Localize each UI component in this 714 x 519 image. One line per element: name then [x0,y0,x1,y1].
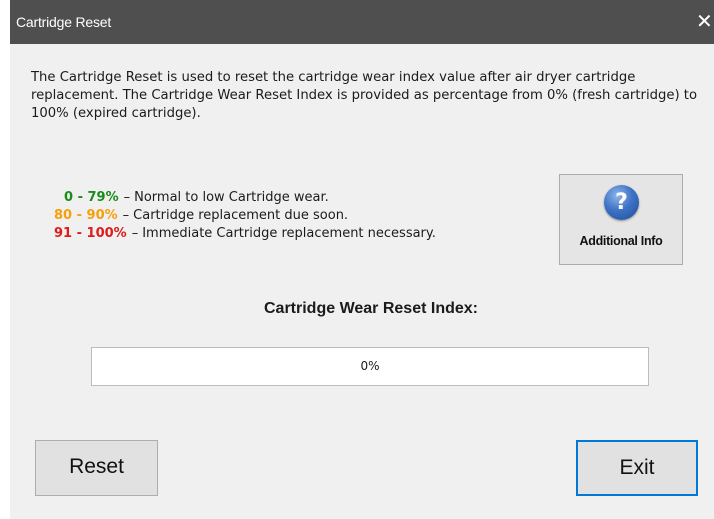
legend-text: Normal to low Cartridge wear. [134,190,329,205]
window-title: Cartridge Reset [16,14,112,30]
legend-row-normal: 0 - 79% – Normal to low Cartridge wear. [64,189,329,207]
legend-row-soon: 80 - 90% – Cartridge replacement due soon. [54,207,348,225]
legend-range: 0 - 79% [64,190,119,205]
progress-value: 0% [360,359,380,373]
reset-button-label: Reset [69,455,124,478]
title-bar[interactable]: Cartridge Reset ✕ [10,0,714,44]
additional-info-button[interactable]: ? Additional Info [559,174,683,265]
question-icon: ? [604,185,639,220]
legend-range: 80 - 90% [54,208,118,223]
legend-text: Immediate Cartridge replacement necessar… [142,226,436,241]
legend-text: Cartridge replacement due soon. [133,208,349,223]
reset-button[interactable]: Reset [35,440,158,496]
exit-button-label: Exit [619,456,655,479]
description-text: The Cartridge Reset is used to reset the… [31,70,698,121]
legend-dash: – [122,208,130,223]
legend-dash: – [123,190,131,205]
legend-range: 91 - 100% [54,226,127,241]
legend-dash: – [131,226,139,241]
cartridge-reset-window: Cartridge Reset ✕ The Cartridge Reset is… [0,0,714,519]
exit-button[interactable]: Exit [576,440,698,496]
additional-info-label: Additional Info [579,234,663,248]
legend-row-immediate: 91 - 100% – Immediate Cartridge replacemen… [54,225,436,243]
wear-index-label: Cartridge Wear Reset Index: [264,300,478,317]
wear-index-progress-bar: 0% [91,347,649,386]
close-icon[interactable]: ✕ [696,8,714,34]
